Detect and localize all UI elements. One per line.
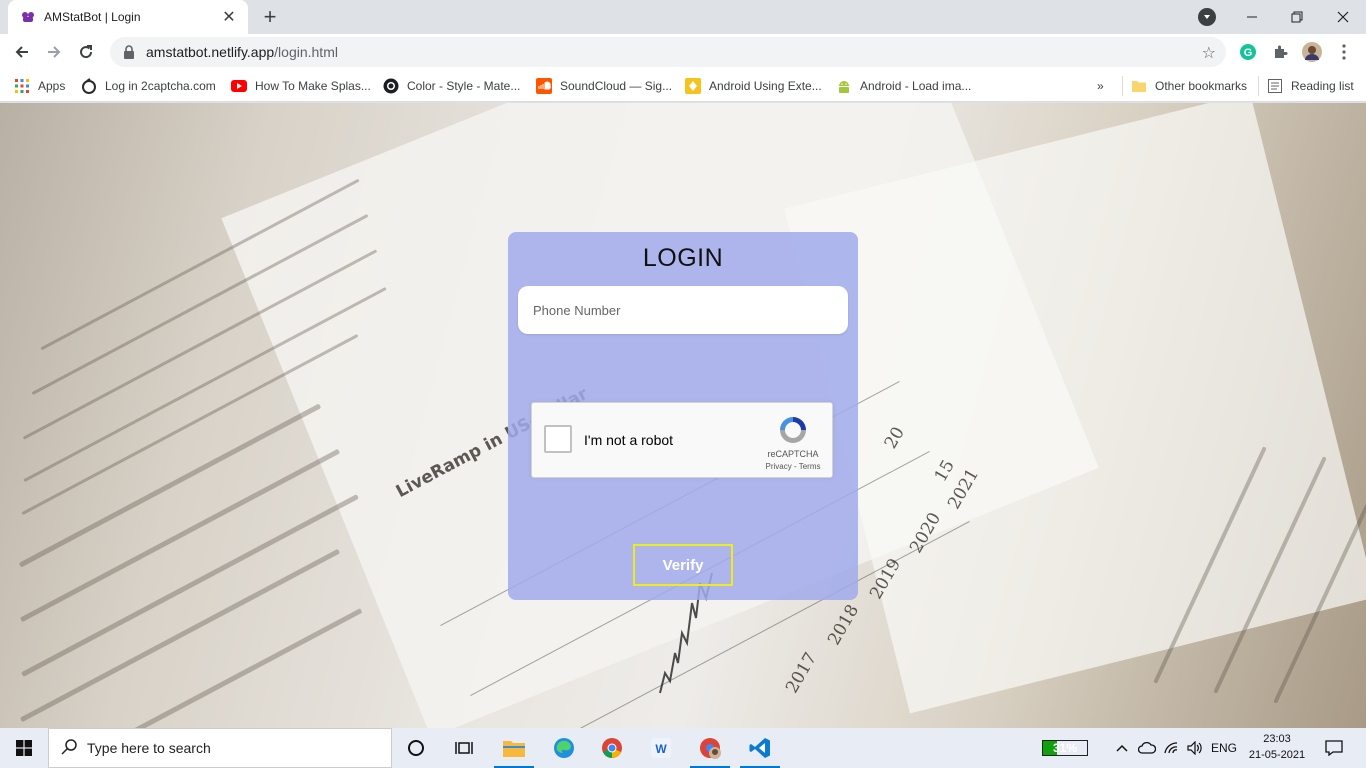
bookmark-label: Log in 2captcha.com — [105, 79, 216, 93]
windows-taskbar: Type here to search W 31% ENG 23:03 21-0… — [0, 728, 1366, 768]
cortana-icon[interactable] — [392, 728, 440, 768]
bookmark-2captcha[interactable]: Log in 2captcha.com — [81, 76, 216, 96]
tab-search-icon[interactable] — [1198, 8, 1216, 26]
folder-icon — [1131, 78, 1147, 94]
chrome-profile-icon[interactable] — [686, 728, 734, 768]
clock-time: 23:03 — [1263, 733, 1291, 745]
chrome-icon[interactable] — [588, 728, 636, 768]
browser-toolbar: amstatbot.netlify.app/login.html ☆ G — [0, 34, 1366, 70]
reading-list-button[interactable]: Reading list — [1258, 76, 1354, 96]
task-view-icon[interactable] — [440, 728, 488, 768]
browser-tab-active[interactable]: AMStatBot | Login ✕ — [8, 0, 248, 34]
phone-number-input[interactable] — [518, 286, 848, 334]
lock-icon[interactable] — [122, 45, 136, 59]
restore-icon[interactable] — [1274, 0, 1320, 34]
show-hidden-icons-chevron-icon[interactable] — [1112, 728, 1132, 768]
background-year-label: 2018 — [824, 601, 864, 649]
vscode-icon[interactable] — [736, 728, 784, 768]
login-title: LOGIN — [642, 244, 724, 272]
github-icon — [383, 78, 399, 94]
chrome-menu-icon[interactable] — [1334, 42, 1354, 62]
url-path: /login.html — [274, 44, 338, 60]
bookmark-android-exte[interactable]: Android Using Exte... — [685, 76, 822, 96]
url-text: amstatbot.netlify.app/login.html — [146, 44, 338, 60]
bookmark-label: SoundCloud — Sig... — [560, 79, 673, 93]
other-bookmarks-folder[interactable]: Other bookmarks — [1122, 76, 1247, 96]
minimize-icon[interactable] — [1229, 0, 1275, 34]
bookmark-label: Android - Load ima... — [860, 79, 972, 93]
recaptcha-label: I'm not a robot — [584, 432, 674, 448]
bookmark-youtube[interactable]: How To Make Splas... — [231, 76, 371, 96]
back-arrow-icon[interactable] — [8, 38, 36, 66]
file-explorer-icon[interactable] — [490, 728, 538, 768]
page-viewport: LiveRamp in US-Dollar 2017 2018 2019 202… — [0, 103, 1366, 728]
bookmark-soundcloud[interactable]: SoundCloud — Sig... — [536, 76, 672, 96]
login-card: LOGIN I'm not a robot reCAPTCHA Privacy … — [508, 232, 858, 600]
recaptcha-widget: I'm not a robot reCAPTCHA Privacy - Term… — [531, 402, 833, 478]
bookmark-label: Apps — [38, 79, 66, 93]
taskbar-clock[interactable]: 23:03 21-05-2021 — [1244, 731, 1310, 763]
close-window-icon[interactable] — [1320, 0, 1366, 34]
address-bar[interactable]: amstatbot.netlify.app/login.html ☆ — [110, 37, 1226, 67]
app-w-icon[interactable]: W — [637, 728, 685, 768]
bookmark-label: Android Using Exte... — [709, 79, 822, 93]
bookmark-star-icon[interactable]: ☆ — [1202, 43, 1216, 63]
background-text-line — [21, 494, 359, 677]
new-tab-button[interactable]: + — [258, 4, 282, 29]
url-host: amstatbot.netlify.app — [146, 44, 275, 60]
onedrive-cloud-icon[interactable] — [1136, 728, 1158, 768]
recaptcha-checkbox[interactable] — [544, 425, 572, 453]
browser-tab-strip: AMStatBot | Login ✕ + — [0, 0, 1366, 34]
language-indicator[interactable]: ENG — [1208, 728, 1240, 768]
bookmark-apps[interactable]: Apps — [14, 76, 65, 96]
forward-arrow-icon[interactable] — [40, 38, 68, 66]
profile-avatar[interactable] — [1302, 42, 1322, 62]
recaptcha-privacy-terms-link[interactable]: Privacy - Terms — [762, 462, 824, 471]
search-icon — [61, 738, 77, 758]
soundcloud-icon — [536, 78, 552, 94]
verify-button[interactable]: Verify — [633, 544, 733, 586]
bookmark-yellow-icon — [685, 78, 701, 94]
svg-text:G: G — [1244, 47, 1253, 59]
background-text-line — [19, 548, 341, 723]
bookmarks-overflow-button[interactable]: » — [1097, 76, 1104, 96]
bookmark-github[interactable]: Color - Style - Mate... — [383, 76, 520, 96]
2captcha-icon — [81, 78, 97, 94]
volume-icon[interactable] — [1184, 728, 1206, 768]
bookmarks-bar: Apps Log in 2captcha.com How To Make Spl… — [0, 70, 1366, 102]
bookmark-label: How To Make Splas... — [255, 79, 371, 93]
reading-list-label: Reading list — [1291, 79, 1354, 93]
tab-close-icon[interactable]: ✕ — [220, 8, 238, 26]
android-icon — [836, 78, 852, 94]
recaptcha-brand: reCAPTCHA — [767, 449, 819, 459]
wifi-icon[interactable] — [1160, 728, 1182, 768]
background-paper-sheet — [784, 103, 1366, 714]
battery-percent: 31% — [1052, 741, 1078, 755]
taskbar-search-box[interactable]: Type here to search — [48, 728, 392, 768]
battery-indicator[interactable]: 31% — [1042, 740, 1088, 756]
grammarly-icon[interactable]: G — [1238, 42, 1258, 62]
reload-icon[interactable] — [72, 38, 100, 66]
windows-start-icon[interactable] — [0, 728, 48, 768]
site-favicon-icon — [20, 9, 36, 25]
recaptcha-logo-icon — [776, 413, 810, 447]
extensions-puzzle-icon[interactable] — [1270, 42, 1290, 62]
youtube-icon — [231, 78, 247, 94]
bookmark-android-load[interactable]: Android - Load ima... — [836, 76, 971, 96]
other-bookmarks-label: Other bookmarks — [1155, 79, 1248, 93]
taskbar-search-placeholder: Type here to search — [87, 740, 211, 756]
apps-grid-icon — [14, 78, 30, 94]
background-year-label: 2017 — [782, 649, 822, 697]
notifications-icon[interactable] — [1318, 728, 1350, 768]
bookmark-label: Color - Style - Mate... — [407, 79, 521, 93]
tab-title: AMStatBot | Login — [44, 10, 141, 24]
clock-date: 21-05-2021 — [1248, 749, 1306, 761]
edge-icon[interactable] — [540, 728, 588, 768]
reading-list-icon — [1267, 78, 1283, 94]
svg-text:W: W — [655, 742, 667, 756]
